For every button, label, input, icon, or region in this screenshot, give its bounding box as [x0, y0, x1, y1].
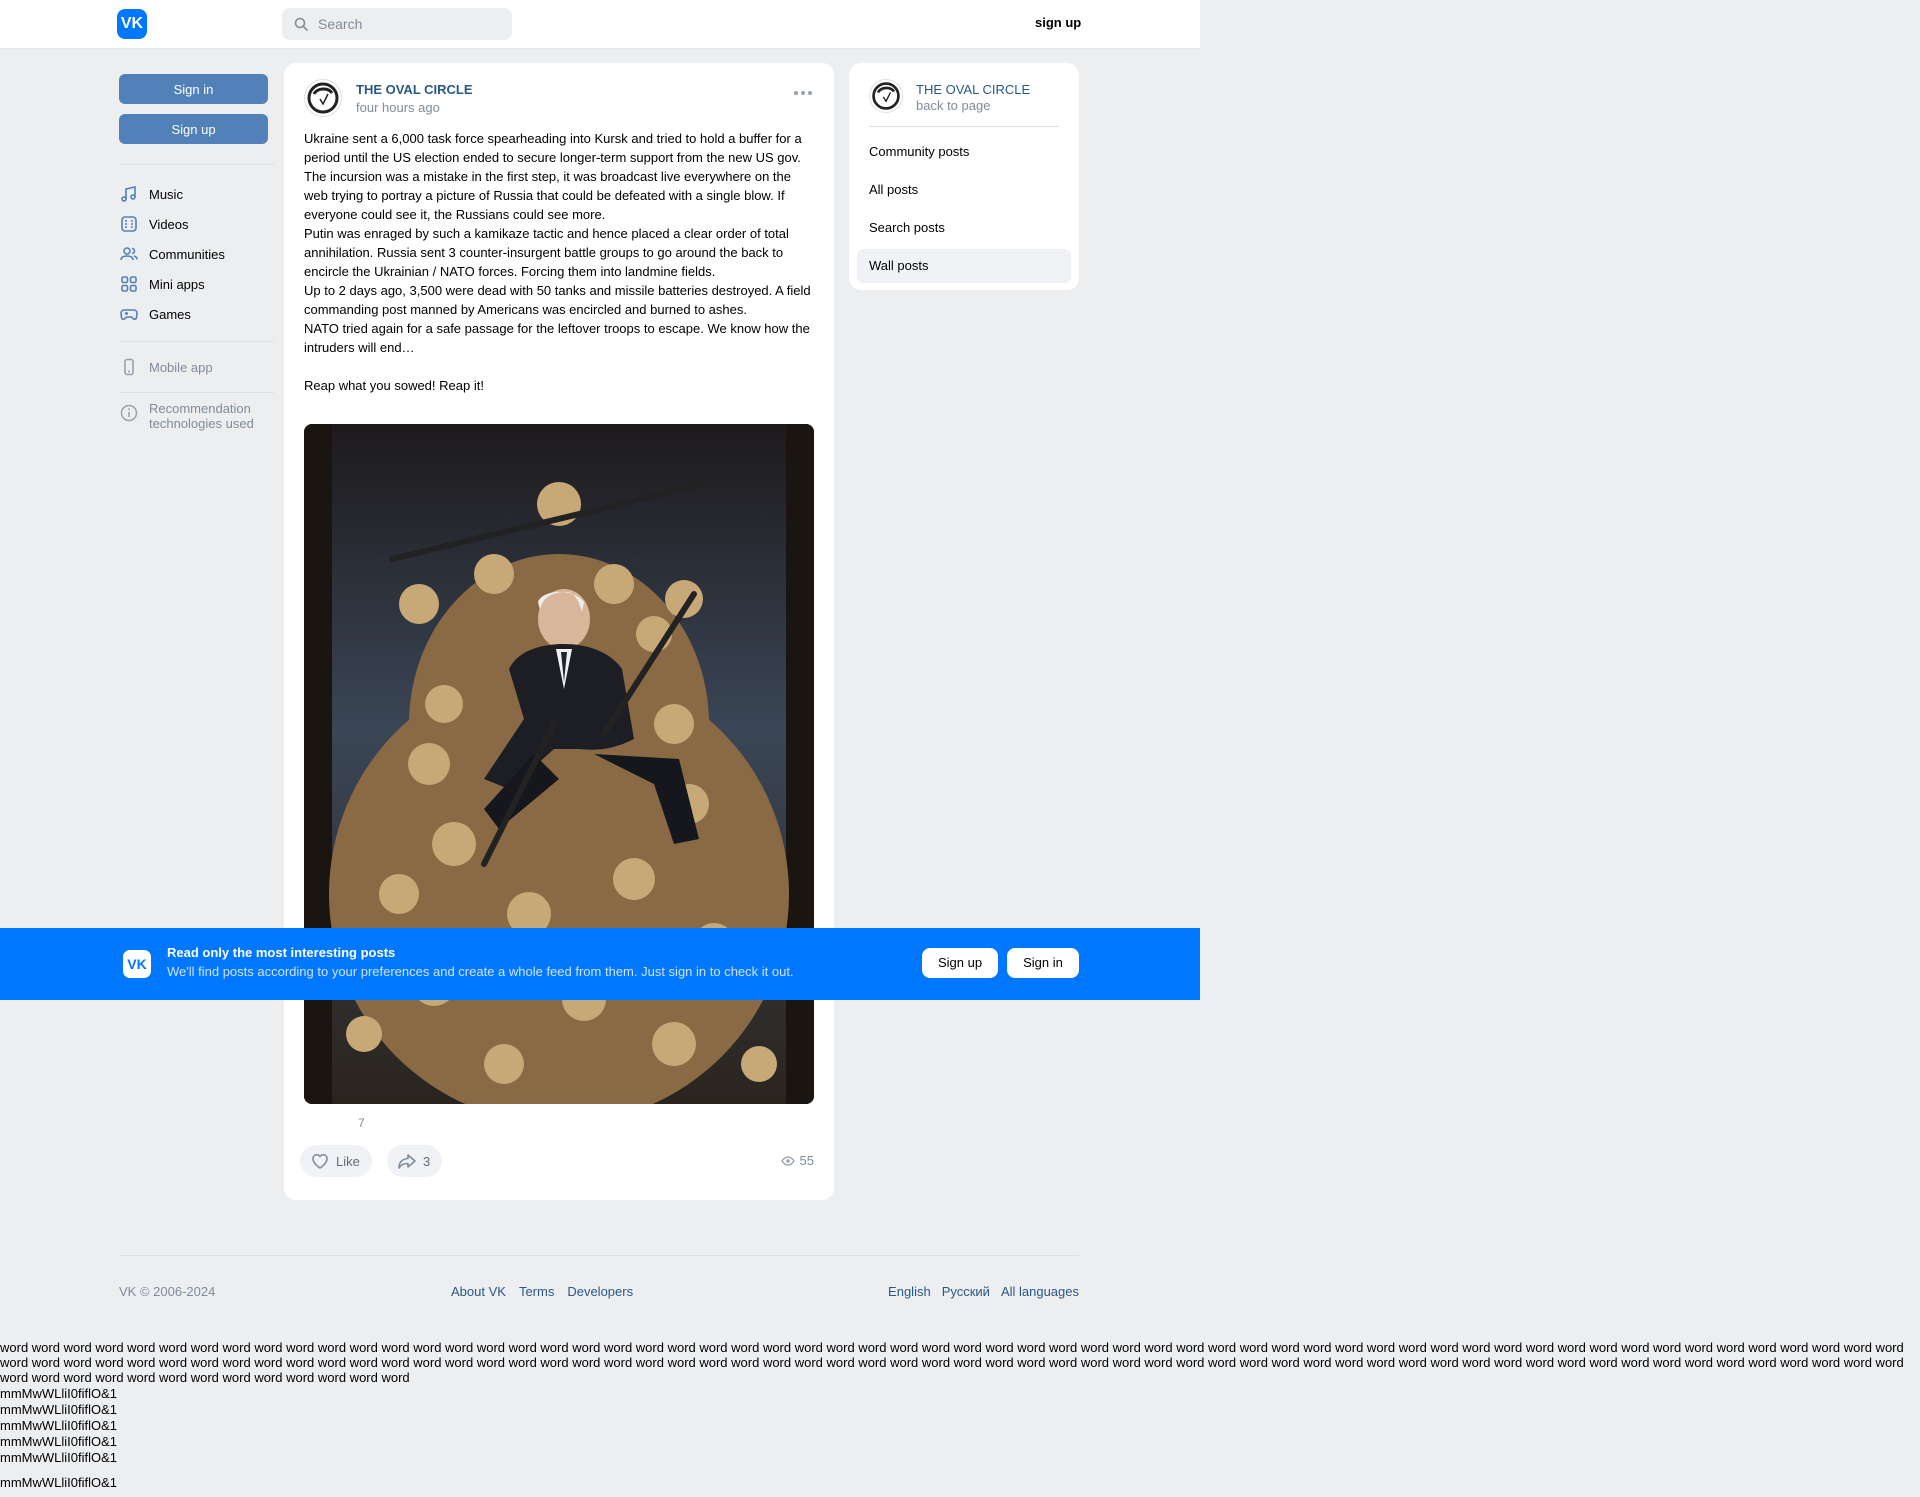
share-count: 3 — [423, 1153, 431, 1169]
sidebar-item-games[interactable]: Games — [119, 299, 275, 329]
glyph-line: mmMwWLliI0fiflO&1 — [0, 1418, 118, 1433]
vk-logo: VK — [123, 950, 151, 978]
left-sidebar: Sign in Sign up Music Videos Communities — [119, 74, 275, 431]
top-bar: VK Search sign up — [0, 0, 1200, 49]
sidebar-item-label: Mobile app — [149, 359, 213, 375]
banner-signin-button[interactable]: Sign in — [1007, 948, 1079, 978]
search-icon — [294, 17, 308, 31]
sidebar-item-mobile-app[interactable]: Mobile app — [119, 352, 275, 382]
menu-item-community-posts[interactable]: Community posts — [857, 135, 1071, 169]
sidebar-divider — [119, 392, 274, 393]
footer-link-terms[interactable]: Terms — [519, 1284, 554, 1299]
post-paragraph: Putin was enraged by such a kamikaze tac… — [304, 226, 789, 279]
post-paragraph: Ukraine sent a 6,000 task force spearhea… — [304, 131, 802, 165]
menu-item-all-posts[interactable]: All posts — [857, 173, 1071, 207]
banner-title: Read only the most interesting posts — [167, 945, 396, 960]
community-logo-icon — [872, 82, 900, 110]
language-russian[interactable]: Русский — [942, 1284, 990, 1299]
community-name-link[interactable]: THE OVAL CIRCLE — [916, 82, 1030, 97]
search-input[interactable]: Search — [282, 8, 512, 40]
post-card: THE OVAL CIRCLE four hours ago Ukraine s… — [284, 63, 834, 1200]
community-logo-icon — [307, 82, 339, 114]
post-paragraph: Up to 2 days ago, 3,500 were dead with 5… — [304, 283, 811, 317]
sidebar-divider — [119, 164, 274, 165]
share-button[interactable]: 3 — [387, 1145, 443, 1177]
footer-languages: English Русский All languages — [888, 1284, 1079, 1299]
banner-signup-button[interactable]: Sign up — [922, 948, 998, 978]
music-icon — [121, 186, 136, 202]
phone-icon — [124, 358, 134, 376]
footer-divider — [119, 1255, 1079, 1256]
sidebar-item-label: Music — [149, 186, 183, 202]
sidebar-divider — [119, 341, 274, 342]
sidebar-item-label: Videos — [149, 216, 189, 232]
users-icon — [120, 247, 138, 261]
post-image-illustration — [304, 424, 814, 1104]
footer-copyright: VK © 2006-2024 — [119, 1284, 216, 1299]
apps-icon — [121, 276, 137, 292]
views-count: 55 — [799, 1153, 814, 1168]
heart-icon — [312, 1153, 328, 1169]
glyph-line: mmMwWLliI0fiflO&1 — [0, 1386, 118, 1401]
views-counter: 55 — [780, 1153, 814, 1168]
footer-links: About VK Terms Developers — [451, 1284, 633, 1299]
sidebar-item-videos[interactable]: Videos — [119, 209, 275, 239]
avatar[interactable] — [304, 79, 342, 117]
post-paragraph: The incursion was a mistake in the first… — [304, 169, 791, 222]
recommendation-label: Recommendation technologies used — [149, 401, 254, 431]
glyph-line: mmMwWLliI0fiflO&1 — [0, 1434, 118, 1449]
sidebar-item-label: Mini apps — [149, 276, 205, 292]
video-icon — [121, 216, 137, 232]
glyph-line: mmMwWLliI0fiflO&1 — [0, 1450, 118, 1465]
posts-menu: Community posts All posts Search posts W… — [857, 135, 1071, 287]
recommendation-info[interactable]: Recommendation technologies used — [119, 401, 275, 431]
post-text: Ukraine sent a 6,000 task force spearhea… — [304, 129, 814, 395]
right-menu-card: THE OVAL CIRCLE back to page Community p… — [849, 63, 1079, 290]
post-author[interactable]: THE OVAL CIRCLE — [356, 82, 473, 97]
header-signup-link[interactable]: sign up — [1035, 15, 1081, 30]
search-placeholder: Search — [318, 16, 363, 32]
eye-icon — [780, 1155, 795, 1166]
post-image[interactable] — [304, 424, 814, 1104]
footer-link-developers[interactable]: Developers — [567, 1284, 633, 1299]
sidebar-item-miniapps[interactable]: Mini apps — [119, 269, 275, 299]
sidebar-item-label: Communities — [149, 246, 225, 262]
language-english[interactable]: English — [888, 1284, 931, 1299]
gamepad-icon — [120, 309, 138, 320]
sidebar-item-label: Games — [149, 306, 191, 322]
glyph-line: mmMwWLliI0fiflO&1 — [0, 1475, 118, 1490]
like-label: Like — [336, 1153, 360, 1169]
vk-logo[interactable]: VK — [117, 9, 147, 39]
post-time[interactable]: four hours ago — [356, 100, 440, 115]
sidebar-item-music[interactable]: Music — [119, 179, 275, 209]
like-button[interactable]: Like — [300, 1145, 372, 1177]
banner-subtitle: We'll find posts according to your prefe… — [167, 964, 794, 979]
signup-button[interactable]: Sign up — [119, 114, 268, 144]
signin-promo-banner: VK Read only the most interesting posts … — [0, 928, 1200, 1000]
menu-item-wall-posts[interactable]: Wall posts — [857, 249, 1071, 283]
info-icon — [120, 404, 138, 422]
avatar[interactable] — [869, 79, 903, 113]
glyph-test-lines: mmMwWLliI0fiflO&1 mmMwWLliI0fiflO&1 mmMw… — [0, 1386, 117, 1491]
footer-link-about[interactable]: About VK — [451, 1284, 506, 1299]
language-all[interactable]: All languages — [1001, 1284, 1079, 1299]
menu-divider — [869, 126, 1059, 127]
reactions-count[interactable]: 7 — [358, 1116, 365, 1130]
more-options-icon[interactable] — [794, 91, 812, 95]
sidebar-item-communities[interactable]: Communities — [119, 239, 275, 269]
signin-button[interactable]: Sign in — [119, 74, 268, 104]
back-to-page-link[interactable]: back to page — [916, 98, 990, 113]
menu-item-search-posts[interactable]: Search posts — [857, 211, 1071, 245]
share-icon — [398, 1154, 416, 1169]
glyph-line: mmMwWLliI0fiflO&1 — [0, 1402, 118, 1417]
word-test-text: word word word word word word word word … — [0, 1340, 1904, 1385]
post-paragraph: Reap what you sowed! Reap it! — [304, 378, 484, 393]
post-paragraph: NATO tried again for a safe passage for … — [304, 321, 810, 355]
